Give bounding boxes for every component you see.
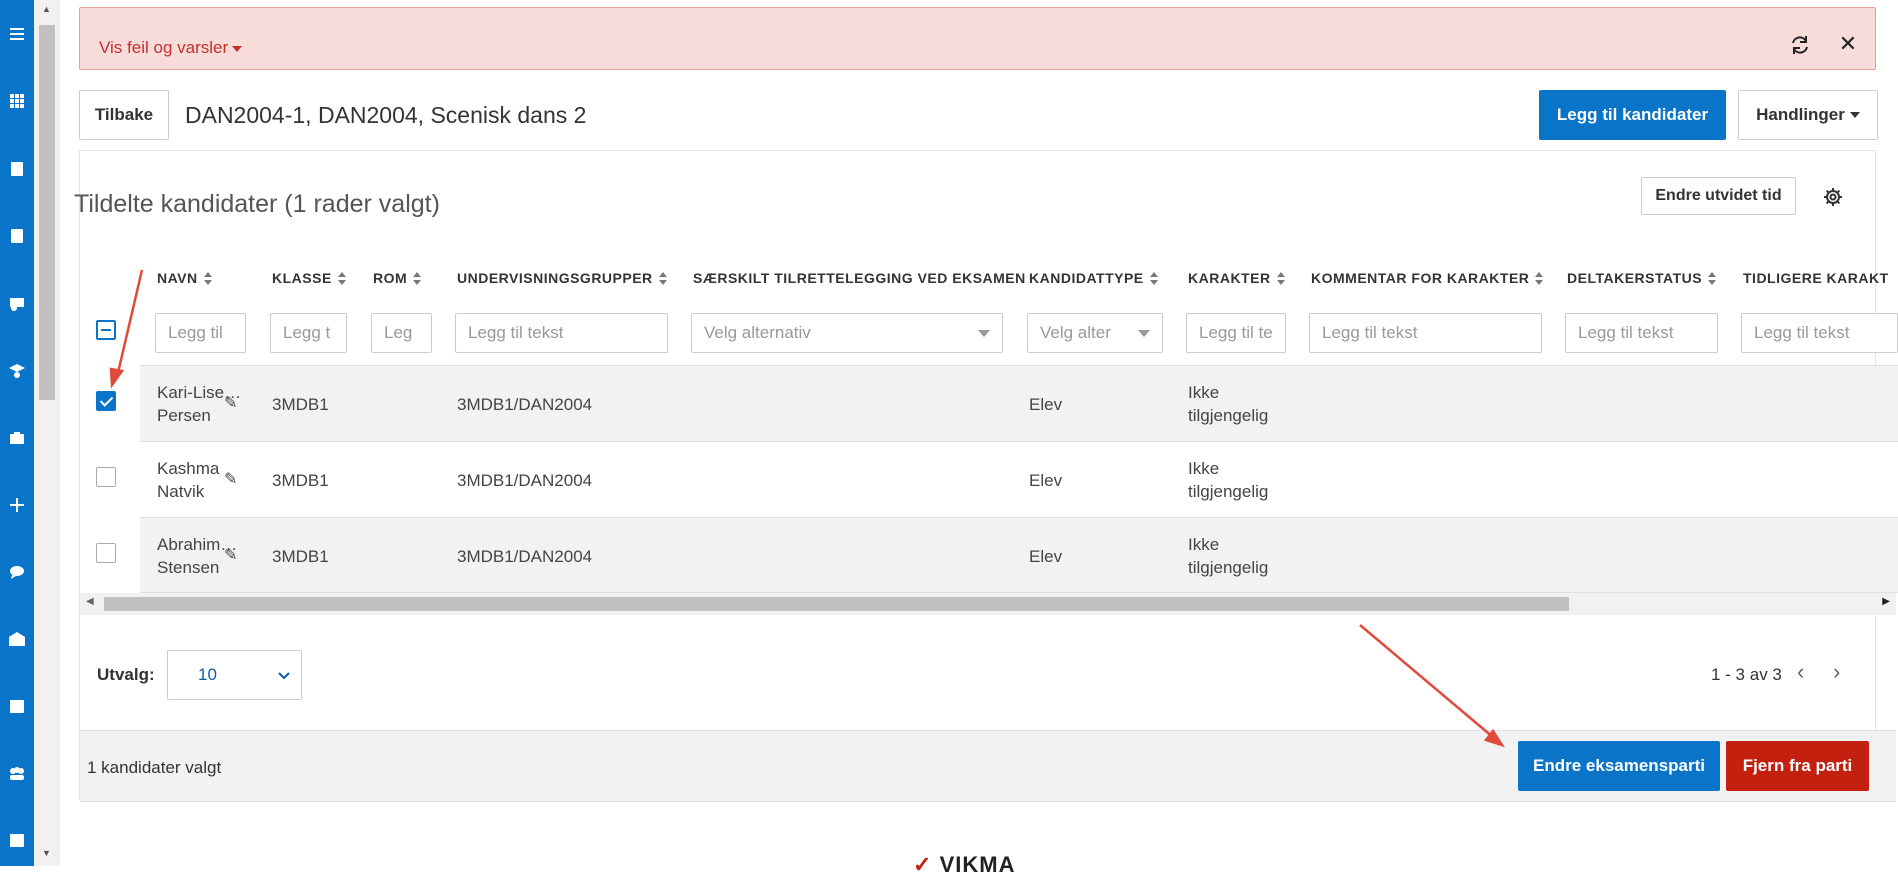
annotation-arrows bbox=[109, 269, 1505, 748]
vikma-logo: ✓ VIKMA bbox=[913, 852, 1016, 877]
